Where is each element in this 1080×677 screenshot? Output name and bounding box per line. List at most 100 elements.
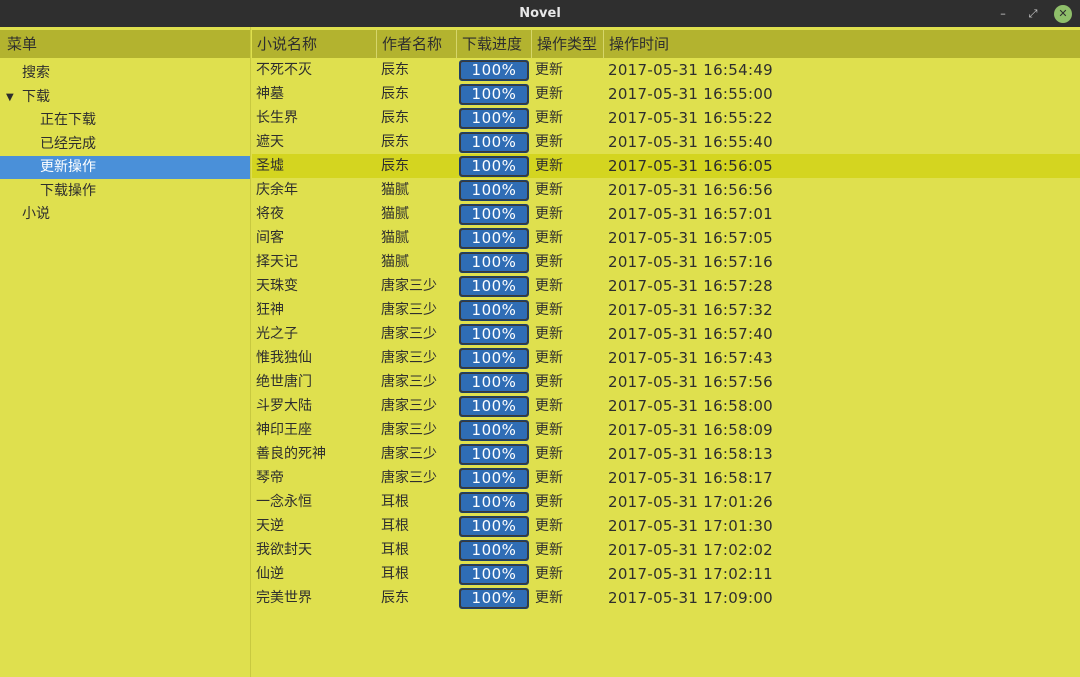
progress-bar: 100%	[459, 180, 529, 201]
author-name-cell: 唐家三少	[381, 446, 437, 462]
progress-cell: 100%	[459, 564, 529, 585]
table-row[interactable]: 天逆 耳根 100% 更新 2017-05-31 17:01:30	[252, 514, 1080, 538]
novel-name-cell: 善良的死神	[256, 446, 326, 462]
triangle-down-icon[interactable]: ▼	[6, 86, 14, 109]
maximize-icon[interactable]: ⤢	[1024, 5, 1042, 23]
operation-type-cell: 更新	[535, 182, 563, 198]
progress-bar: 100%	[459, 516, 529, 537]
progress-bar: 100%	[459, 156, 529, 177]
novel-name-cell: 天逆	[256, 518, 284, 534]
sidebar-item[interactable]: 小说	[0, 203, 250, 226]
progress-cell: 100%	[459, 396, 529, 417]
table-row[interactable]: 琴帝 唐家三少 100% 更新 2017-05-31 16:58:17	[252, 466, 1080, 490]
table-row[interactable]: 惟我独仙 唐家三少 100% 更新 2017-05-31 16:57:43	[252, 346, 1080, 370]
author-name-cell: 猫腻	[381, 254, 409, 270]
column-header-type[interactable]: 操作类型	[532, 30, 604, 58]
progress-label: 100%	[471, 277, 517, 295]
column-header-time[interactable]: 操作时间	[604, 30, 1080, 58]
table-row[interactable]: 择天记 猫腻 100% 更新 2017-05-31 16:57:16	[252, 250, 1080, 274]
novel-name-cell: 一念永恒	[256, 494, 312, 510]
operation-time-cell: 2017-05-31 16:55:40	[608, 133, 774, 151]
table-row[interactable]: 狂神 唐家三少 100% 更新 2017-05-31 16:57:32	[252, 298, 1080, 322]
operation-time-cell: 2017-05-31 17:01:26	[608, 493, 774, 511]
table-row[interactable]: 长生界 辰东 100% 更新 2017-05-31 16:55:22	[252, 106, 1080, 130]
column-header-progress[interactable]: 下载进度	[457, 30, 532, 58]
operation-type-cell: 更新	[535, 254, 563, 270]
progress-cell: 100%	[459, 108, 529, 129]
progress-bar: 100%	[459, 228, 529, 249]
sidebar-item[interactable]: ▼ 下载	[0, 86, 250, 109]
author-name-cell: 唐家三少	[381, 470, 437, 486]
table-row[interactable]: 天珠变 唐家三少 100% 更新 2017-05-31 16:57:28	[252, 274, 1080, 298]
table-row[interactable]: 仙逆 耳根 100% 更新 2017-05-31 17:02:11	[252, 562, 1080, 586]
novel-name-cell: 择天记	[256, 254, 298, 270]
operation-type-cell: 更新	[535, 446, 563, 462]
table-row[interactable]: 善良的死神 唐家三少 100% 更新 2017-05-31 16:58:13	[252, 442, 1080, 466]
operation-time-cell: 2017-05-31 16:54:49	[608, 61, 774, 79]
sidebar-item[interactable]: 正在下载	[0, 109, 250, 132]
table-row[interactable]: 将夜 猫腻 100% 更新 2017-05-31 16:57:01	[252, 202, 1080, 226]
novel-name-cell: 不死不灭	[256, 62, 312, 78]
progress-bar: 100%	[459, 204, 529, 225]
progress-cell: 100%	[459, 228, 529, 249]
progress-bar: 100%	[459, 132, 529, 153]
progress-bar: 100%	[459, 492, 529, 513]
author-name-cell: 耳根	[381, 542, 409, 558]
progress-cell: 100%	[459, 444, 529, 465]
minimize-icon[interactable]: –	[994, 5, 1012, 23]
author-name-cell: 唐家三少	[381, 302, 437, 318]
author-name-cell: 辰东	[381, 110, 409, 126]
progress-bar: 100%	[459, 396, 529, 417]
table-row[interactable]: 圣墟 辰东 100% 更新 2017-05-31 16:56:05	[252, 154, 1080, 178]
sidebar-item[interactable]: 已经完成	[0, 133, 250, 156]
author-name-cell: 辰东	[381, 62, 409, 78]
table-row[interactable]: 我欲封天 耳根 100% 更新 2017-05-31 17:02:02	[252, 538, 1080, 562]
progress-bar: 100%	[459, 444, 529, 465]
table-row[interactable]: 绝世唐门 唐家三少 100% 更新 2017-05-31 16:57:56	[252, 370, 1080, 394]
sidebar-header[interactable]: 菜单	[0, 30, 250, 58]
sidebar-item[interactable]: 更新操作	[0, 156, 250, 179]
operation-type-cell: 更新	[535, 278, 563, 294]
progress-cell: 100%	[459, 420, 529, 441]
novel-name-cell: 绝世唐门	[256, 374, 312, 390]
table-row[interactable]: 光之子 唐家三少 100% 更新 2017-05-31 16:57:40	[252, 322, 1080, 346]
progress-label: 100%	[471, 301, 517, 319]
progress-cell: 100%	[459, 516, 529, 537]
operation-time-cell: 2017-05-31 16:57:56	[608, 373, 774, 391]
operation-type-cell: 更新	[535, 470, 563, 486]
progress-cell: 100%	[459, 180, 529, 201]
table-row[interactable]: 一念永恒 耳根 100% 更新 2017-05-31 17:01:26	[252, 490, 1080, 514]
table-row[interactable]: 间客 猫腻 100% 更新 2017-05-31 16:57:05	[252, 226, 1080, 250]
operation-type-cell: 更新	[535, 398, 563, 414]
author-name-cell: 唐家三少	[381, 278, 437, 294]
progress-cell: 100%	[459, 372, 529, 393]
progress-label: 100%	[471, 133, 517, 151]
novel-name-cell: 神印王座	[256, 422, 312, 438]
table-row[interactable]: 遮天 辰东 100% 更新 2017-05-31 16:55:40	[252, 130, 1080, 154]
progress-bar: 100%	[459, 60, 529, 81]
progress-cell: 100%	[459, 204, 529, 225]
table-row[interactable]: 神印王座 唐家三少 100% 更新 2017-05-31 16:58:09	[252, 418, 1080, 442]
progress-label: 100%	[471, 541, 517, 559]
novel-name-cell: 长生界	[256, 110, 298, 126]
progress-label: 100%	[471, 109, 517, 127]
column-header-author[interactable]: 作者名称	[377, 30, 457, 58]
table-row[interactable]: 斗罗大陆 唐家三少 100% 更新 2017-05-31 16:58:00	[252, 394, 1080, 418]
menu-sidebar: 菜单 搜索 ▼ 下载 正在下载 已经完成 更新操作 下载操作 小说	[0, 27, 251, 677]
table-row[interactable]: 完美世界 辰东 100% 更新 2017-05-31 17:09:00	[252, 586, 1080, 610]
sidebar-item[interactable]: 下载操作	[0, 180, 250, 203]
progress-cell: 100%	[459, 132, 529, 153]
operation-time-cell: 2017-05-31 17:09:00	[608, 589, 774, 607]
operation-time-cell: 2017-05-31 16:57:28	[608, 277, 774, 295]
operation-type-cell: 更新	[535, 302, 563, 318]
sidebar-item[interactable]: 搜索	[0, 62, 250, 85]
column-header-name[interactable]: 小说名称	[252, 30, 377, 58]
operation-time-cell: 2017-05-31 16:57:32	[608, 301, 774, 319]
progress-label: 100%	[471, 229, 517, 247]
progress-bar: 100%	[459, 324, 529, 345]
operation-time-cell: 2017-05-31 16:55:22	[608, 109, 774, 127]
table-row[interactable]: 庆余年 猫腻 100% 更新 2017-05-31 16:56:56	[252, 178, 1080, 202]
table-row[interactable]: 不死不灭 辰东 100% 更新 2017-05-31 16:54:49	[252, 58, 1080, 82]
close-icon[interactable]: ✕	[1054, 5, 1072, 23]
table-row[interactable]: 神墓 辰东 100% 更新 2017-05-31 16:55:00	[252, 82, 1080, 106]
